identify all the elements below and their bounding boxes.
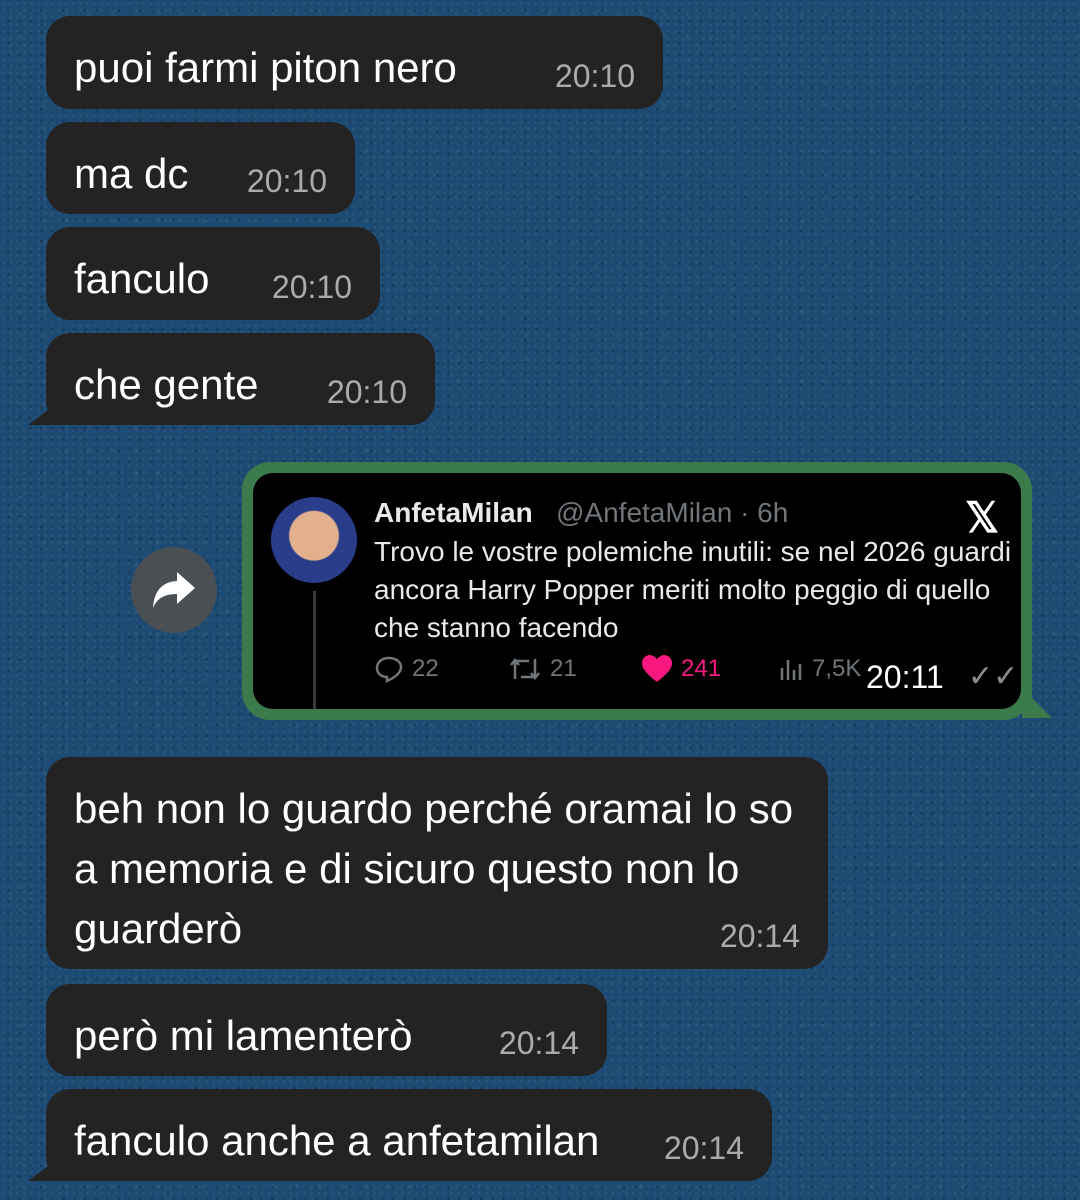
message-time: 20:11 — [866, 659, 944, 695]
message-bubble[interactable]: beh non lo guardo perché oramai lo so a … — [46, 757, 828, 969]
message-time: 20:10 — [326, 374, 407, 410]
message-time: 20:10 — [271, 269, 352, 305]
message-bubble[interactable]: ma dc 20:10 — [46, 122, 355, 214]
message-time: 20:14 — [498, 1025, 579, 1061]
message-text: ma dc — [74, 150, 189, 197]
views-icon — [780, 660, 802, 680]
message-text: fanculo anche a anfetamilan — [74, 1117, 600, 1164]
tweet-author-name[interactable]: AnfetaMilan — [374, 497, 533, 529]
message-bubble[interactable]: però mi lamenterò 20:14 — [46, 984, 607, 1076]
message-text: beh non lo guardo perché oramai lo so a … — [74, 785, 794, 952]
message-text: però mi lamenterò — [74, 1012, 413, 1059]
reply-count: 22 — [412, 655, 439, 682]
message-bubble[interactable]: che gente 20:10 — [46, 333, 435, 425]
tweet-card[interactable]: AnfetaMilan @AnfetaMilan · 6h 𝕏 Trovo le… — [253, 473, 1021, 709]
avatar[interactable] — [271, 497, 357, 583]
retweet-action[interactable]: 21 — [508, 655, 577, 683]
message-time: 20:10 — [554, 58, 635, 94]
views-action[interactable]: 7,5K — [778, 655, 861, 683]
message-text: puoi farmi piton nero — [74, 44, 457, 91]
double-check-icon: ✓✓ — [968, 660, 1019, 693]
message-time: 20:14 — [663, 1130, 744, 1166]
reply-action[interactable]: 22 — [374, 655, 439, 683]
forward-arrow-icon — [153, 572, 195, 608]
message-time: 20:10 — [246, 163, 327, 199]
message-time: 20:14 — [719, 918, 800, 954]
like-action[interactable]: 241 — [641, 655, 721, 683]
reply-icon — [375, 656, 403, 683]
heart-icon — [642, 655, 672, 682]
message-bubble[interactable]: fanculo 20:10 — [46, 227, 380, 320]
message-text: che gente — [74, 361, 259, 408]
tweet-text: Trovo le vostre polemiche inutili: se ne… — [374, 536, 1012, 643]
thread-line — [313, 591, 316, 709]
message-bubble[interactable]: fanculo anche a anfetamilan 20:14 — [46, 1089, 772, 1181]
shared-tweet-bubble[interactable]: AnfetaMilan @AnfetaMilan · 6h 𝕏 Trovo le… — [242, 462, 1032, 720]
like-count: 241 — [681, 655, 722, 682]
message-text: fanculo — [74, 255, 210, 302]
views-count: 7,5K — [812, 655, 862, 682]
forward-button[interactable] — [131, 547, 217, 633]
retweet-count: 21 — [550, 655, 577, 682]
tweet-handle[interactable]: @AnfetaMilan · 6h — [556, 497, 788, 529]
message-bubble[interactable]: puoi farmi piton nero 20:10 — [46, 16, 663, 109]
retweet-icon — [510, 657, 540, 681]
